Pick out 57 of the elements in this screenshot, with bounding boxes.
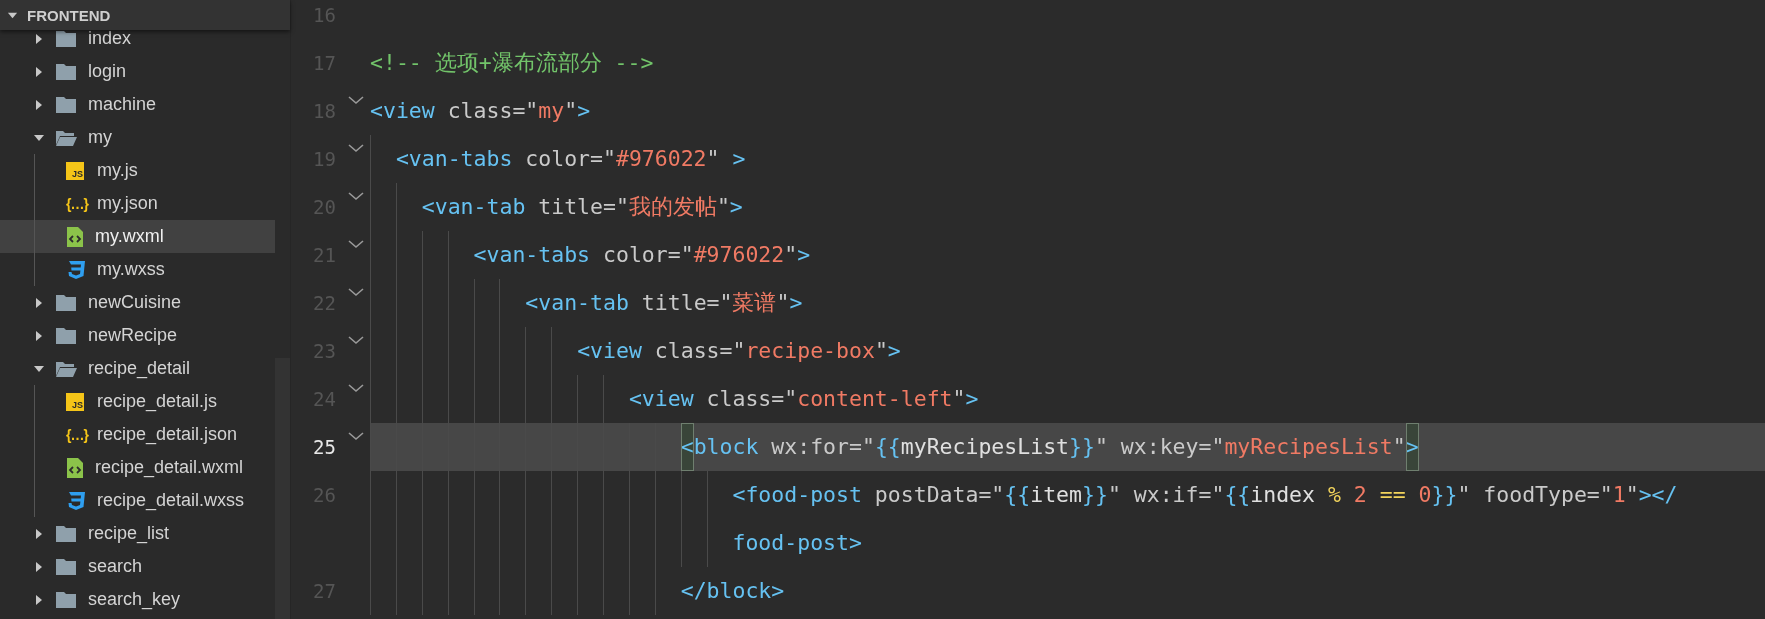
explorer-header[interactable]: FRONTEND — [0, 0, 290, 30]
tree-item[interactable]: {…} my.json — [0, 187, 275, 220]
code-line: <van-tabs color="#976022" > — [370, 135, 746, 183]
tree-item[interactable]: recipe_list — [0, 517, 275, 550]
js-file-icon: JS — [66, 161, 84, 180]
tree-item[interactable]: login — [0, 55, 275, 88]
tree-item[interactable]: my.wxml — [0, 220, 275, 253]
code-line: <view class="content-left"> — [370, 375, 979, 423]
line-number: 25 — [312, 435, 336, 460]
tree-item[interactable]: machine — [0, 88, 275, 121]
tree-item[interactable]: recipe_detail — [0, 352, 275, 385]
folder-icon — [55, 326, 77, 345]
code-line: <food-post postData="{{item}}" wx:if="{{index % 2 == 0}}" foodType="1"></ — [370, 471, 1678, 519]
code-line: food-post> — [370, 519, 862, 567]
css-file-icon — [66, 259, 86, 280]
tree-item[interactable]: my.wxss — [0, 253, 275, 286]
folder-icon — [55, 95, 77, 114]
folder-icon — [55, 557, 77, 576]
code-line: <van-tab title="我的发帖"> — [370, 183, 743, 231]
tree-item[interactable]: recipe_detail.wxml — [0, 451, 275, 484]
js-file-icon: JS — [66, 392, 84, 411]
code-line: <!-- 选项+瀑布流部分 --> — [370, 49, 654, 77]
css-file-icon — [66, 490, 86, 511]
code-line: <view class="my"> — [370, 97, 591, 125]
tree-item[interactable]: index — [0, 30, 275, 55]
tree-item[interactable]: JS recipe_detail.js — [0, 385, 275, 418]
folder-icon — [55, 293, 77, 312]
code-line: <block wx:for="{{myRecipesList}}" wx:key="myRecipesList"> — [370, 423, 1419, 471]
code-line: <van-tabs color="#976022"> — [370, 231, 811, 279]
fold-chevron-icon[interactable] — [348, 336, 364, 345]
tree-item[interactable]: JS my.js — [0, 154, 275, 187]
json-file-icon: {…} — [66, 195, 88, 212]
tree-item[interactable]: newCuisine — [0, 286, 275, 319]
fold-chevron-icon[interactable] — [348, 384, 364, 393]
fold-chevron-icon[interactable] — [348, 192, 364, 201]
open-folder-icon — [55, 359, 77, 378]
code-line: <van-tab title="菜谱"> — [370, 279, 803, 327]
tree-item[interactable]: my — [0, 121, 275, 154]
fold-chevron-icon[interactable] — [348, 432, 364, 441]
tree-item[interactable]: newRecipe — [0, 319, 275, 352]
markup-file-icon — [66, 456, 84, 479]
tree-item[interactable]: search_key — [0, 583, 275, 616]
tree-item[interactable]: recipe_detail.wxss — [0, 484, 275, 517]
tree-item[interactable]: {…} recipe_detail.json — [0, 418, 275, 451]
code-line: </block> — [370, 567, 785, 615]
open-folder-icon — [55, 128, 77, 147]
json-file-icon: {…} — [66, 426, 88, 443]
folder-icon — [55, 590, 77, 609]
folder-icon — [55, 524, 77, 543]
folder-icon — [55, 62, 77, 81]
markup-file-icon — [66, 225, 84, 248]
code-line: <view class="recipe-box"> — [370, 327, 901, 375]
fold-chevron-icon[interactable] — [348, 144, 364, 153]
tree-item[interactable]: search — [0, 550, 275, 583]
fold-chevron-icon[interactable] — [348, 96, 364, 105]
fold-chevron-icon[interactable] — [348, 240, 364, 249]
fold-chevron-icon[interactable] — [348, 288, 364, 297]
